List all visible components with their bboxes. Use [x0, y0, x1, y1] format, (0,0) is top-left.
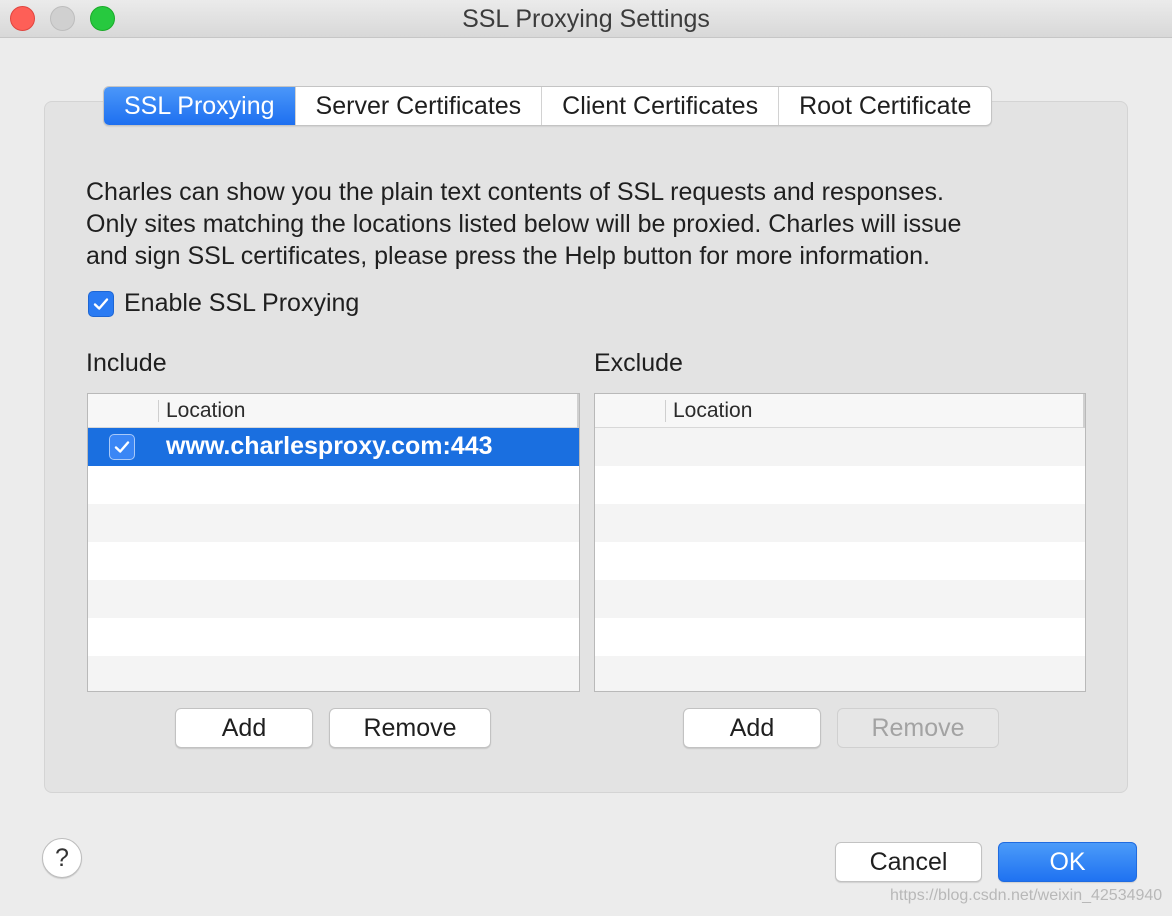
exclude-table[interactable]: Location — [594, 393, 1086, 692]
include-add-button[interactable]: Add — [175, 708, 313, 748]
tab-client-certificates[interactable]: Client Certificates — [541, 87, 778, 125]
include-row-location: www.charlesproxy.com:443 — [166, 432, 493, 460]
title-bar: SSL Proxying Settings — [0, 0, 1172, 38]
table-row[interactable] — [88, 466, 579, 504]
table-row[interactable] — [595, 428, 1085, 466]
table-row[interactable] — [595, 580, 1085, 618]
window-title: SSL Proxying Settings — [462, 5, 710, 33]
column-separator — [158, 400, 159, 422]
column-separator — [1083, 394, 1085, 428]
table-row[interactable] — [595, 656, 1085, 691]
cancel-button[interactable]: Cancel — [835, 842, 982, 882]
checkmark-icon — [114, 441, 130, 453]
description-line-3: and sign SSL certificates, please press … — [86, 242, 930, 270]
table-row[interactable] — [595, 542, 1085, 580]
table-row[interactable] — [595, 466, 1085, 504]
help-button[interactable]: ? — [42, 838, 82, 878]
include-remove-button[interactable]: Remove — [329, 708, 491, 748]
exclude-remove-button: Remove — [837, 708, 999, 748]
enable-ssl-proxying-option[interactable]: Enable SSL Proxying — [88, 289, 359, 318]
enable-ssl-proxying-checkbox[interactable] — [88, 290, 114, 317]
watermark-text: https://blog.csdn.net/weixin_42534940 — [890, 887, 1163, 904]
table-row[interactable] — [88, 542, 579, 580]
table-row[interactable] — [88, 580, 579, 618]
exclude-location-column-header[interactable]: Location — [673, 399, 752, 423]
column-separator — [577, 394, 579, 428]
column-separator — [665, 400, 666, 422]
exclude-add-button[interactable]: Add — [683, 708, 821, 748]
include-location-column-header[interactable]: Location — [166, 399, 245, 423]
table-row[interactable] — [88, 618, 579, 656]
table-row[interactable]: www.charlesproxy.com:443 — [88, 428, 579, 466]
include-label: Include — [86, 349, 167, 377]
tab-bar: SSL Proxying Server Certificates Client … — [103, 86, 993, 126]
include-table-header: Location — [88, 394, 579, 428]
tab-ssl-proxying[interactable]: SSL Proxying — [104, 87, 295, 125]
include-table[interactable]: Location www.charlesproxy.com:443 — [87, 393, 580, 692]
table-row[interactable] — [88, 504, 579, 542]
table-row[interactable] — [595, 618, 1085, 656]
enable-ssl-proxying-label: Enable SSL Proxying — [124, 289, 360, 317]
include-row-checkbox[interactable] — [109, 434, 135, 460]
exclude-label: Exclude — [594, 349, 683, 377]
tab-root-certificate[interactable]: Root Certificate — [778, 87, 991, 125]
table-row[interactable] — [595, 504, 1085, 542]
exclude-table-header: Location — [595, 394, 1085, 428]
checkmark-icon — [93, 297, 109, 310]
description-line-2: Only sites matching the locations listed… — [86, 210, 962, 238]
description-text: Charles can show you the plain text cont… — [86, 176, 1086, 272]
tab-server-certificates[interactable]: Server Certificates — [294, 87, 542, 125]
table-row[interactable] — [88, 656, 579, 691]
ok-button[interactable]: OK — [998, 842, 1137, 882]
description-line-1: Charles can show you the plain text cont… — [86, 178, 944, 206]
